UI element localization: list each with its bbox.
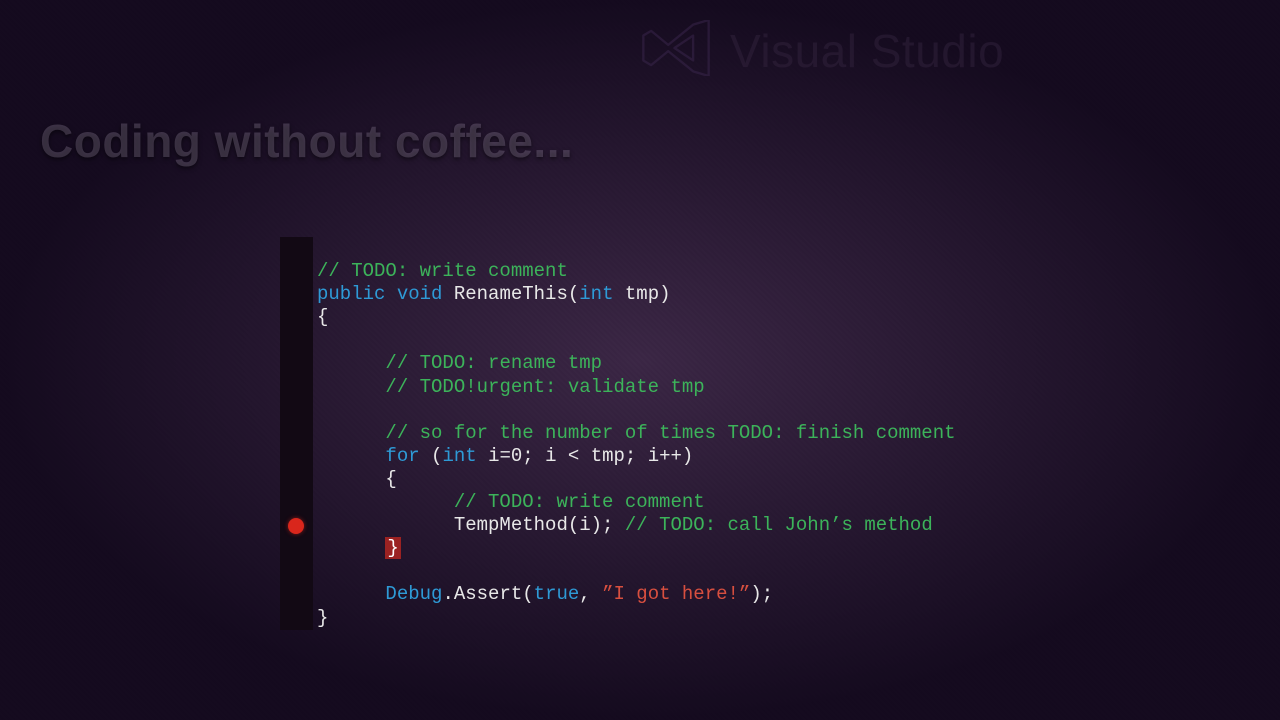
code-keyword: int bbox=[579, 283, 613, 305]
code-comment: // TODO: call John’s method bbox=[625, 514, 933, 536]
code-area[interactable]: // TODO: write comment public void Renam… bbox=[313, 237, 956, 630]
code-method-name: RenameThis bbox=[454, 283, 568, 305]
code-comment: // TODO!urgent: validate tmp bbox=[385, 376, 704, 398]
editor-gutter[interactable] bbox=[280, 237, 313, 630]
breakpoint-icon[interactable] bbox=[288, 518, 304, 534]
code-brace: } bbox=[317, 607, 328, 629]
visual-studio-logo: Visual Studio bbox=[636, 20, 1004, 81]
code-brace: { bbox=[385, 468, 396, 490]
code-string: ”I got here!” bbox=[602, 583, 750, 605]
code-type: Debug bbox=[385, 583, 442, 605]
vs-logo-icon bbox=[636, 20, 716, 81]
code-comment: // TODO: rename tmp bbox=[385, 352, 602, 374]
code-comment: // TODO: write comment bbox=[454, 491, 705, 513]
code-comment: // so for the number of times TODO: fini… bbox=[385, 422, 955, 444]
tagline-text: Coding without coffee... bbox=[40, 114, 573, 168]
code-comment: // TODO: write comment bbox=[317, 260, 568, 282]
code-keyword: for bbox=[385, 445, 419, 467]
code-keyword: public bbox=[317, 283, 385, 305]
code-keyword: int bbox=[442, 445, 476, 467]
code-keyword: void bbox=[397, 283, 443, 305]
code-editor: // TODO: write comment public void Renam… bbox=[280, 237, 956, 630]
code-keyword: true bbox=[534, 583, 580, 605]
vs-logo-text: Visual Studio bbox=[730, 24, 1004, 78]
code-brace-highlighted: } bbox=[385, 537, 400, 559]
code-call: TempMethod(i); bbox=[454, 514, 614, 536]
code-brace: { bbox=[317, 306, 328, 328]
